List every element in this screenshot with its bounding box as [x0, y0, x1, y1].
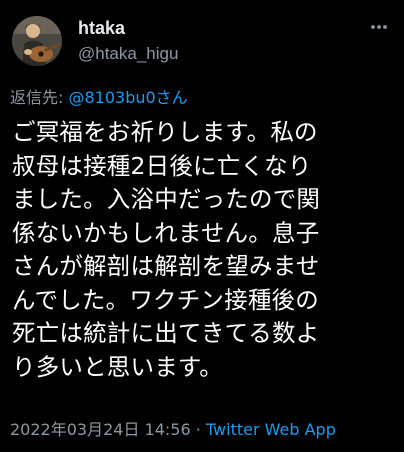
meta-separator: ·: [190, 420, 206, 439]
reply-to: 返信先: @8103bu0さん: [10, 84, 188, 108]
tweet-text-line: 叔母は接種2日後に亡くなり: [12, 151, 312, 180]
tweet-text: ご冥福をお祈りします。私の 叔母は接種2日後に亡くなり ました。入浴中だったので…: [12, 116, 396, 384]
avatar[interactable]: [12, 16, 62, 66]
reply-mention-link[interactable]: @8103bu0さん: [68, 88, 187, 107]
display-name[interactable]: htaka: [78, 18, 125, 39]
tweet-text-line: り多いと思います。: [12, 352, 223, 381]
tweet-text-line: ました。入浴中だったので関: [12, 185, 321, 213]
more-dots-icon[interactable]: [368, 16, 390, 38]
tweet-meta: 2022年03月24日 14:56 · Twitter Web App: [10, 416, 336, 440]
tweet-card: htaka @htaka_higu 返信先: @8103bu0さん ご冥福をお祈…: [0, 0, 404, 452]
reply-to-label: 返信先:: [10, 88, 69, 107]
tweet-timestamp[interactable]: 2022年03月24日 14:56: [10, 420, 191, 439]
user-handle[interactable]: @htaka_higu: [78, 44, 178, 64]
avatar-image: [12, 16, 62, 66]
tweet-text-line: ご冥福をお祈りします。私の: [12, 118, 318, 146]
tweet-text-line: んでした。ワクチン接種後の: [12, 285, 319, 314]
tweet-source-link[interactable]: Twitter Web App: [206, 420, 336, 439]
tweet-text-line: 死亡は統計に出てきてる数よ: [12, 319, 320, 347]
tweet-text-line: さんが解剖は解剖を望みませ: [12, 252, 320, 280]
tweet-text-line: 係ないかもしれません。息子: [12, 218, 320, 247]
